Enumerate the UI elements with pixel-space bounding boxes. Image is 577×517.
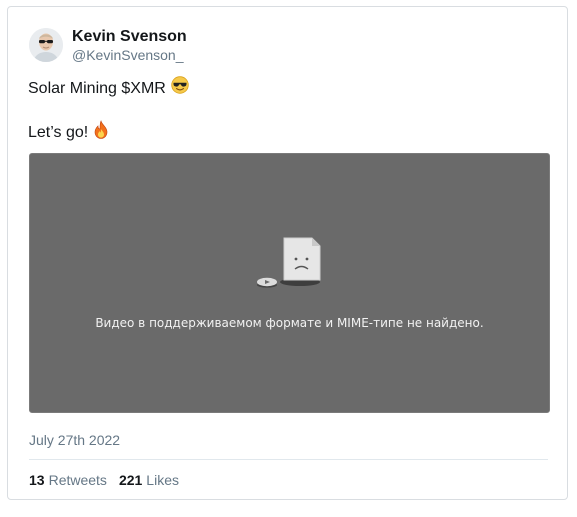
tweet-header: Kevin Svenson @KevinSvenson_ xyxy=(29,25,187,65)
likes-label: Likes xyxy=(146,472,179,488)
tweet-text-line-1: Solar Mining $XMR xyxy=(28,76,189,100)
broken-file-icon xyxy=(257,237,321,288)
tweet-text-line-2-text: Let’s go! xyxy=(28,123,89,141)
tweet-card: Kevin Svenson @KevinSvenson_ Solar Minin… xyxy=(7,6,568,500)
divider xyxy=(29,459,548,460)
likes-stat[interactable]: 221 Likes xyxy=(119,472,179,488)
tweet-stats: 13 Retweets 221 Likes xyxy=(29,472,191,488)
video-player[interactable]: Видео в поддерживаемом формате и MIME-ти… xyxy=(29,153,550,413)
fire-emoji-icon xyxy=(93,119,109,145)
tweet-text-line-1-text: Solar Mining $XMR xyxy=(28,79,166,97)
likes-count: 221 xyxy=(118,472,143,488)
video-error-message: Видео в поддерживаемом формате и MIME-ти… xyxy=(95,316,484,330)
retweets-stat[interactable]: 13 Retweets xyxy=(29,472,107,488)
author-names: Kevin Svenson @KevinSvenson_ xyxy=(72,27,187,64)
sunglasses-emoji-icon xyxy=(171,76,189,100)
avatar-image xyxy=(29,28,63,62)
retweets-count: 13 xyxy=(29,472,45,488)
retweets-label: Retweets xyxy=(48,472,107,488)
tweet-text: Solar Mining $XMR Let’s go! xyxy=(28,76,189,145)
tweet-text-line-2: Let’s go! xyxy=(28,119,189,145)
author-display-name[interactable]: Kevin Svenson xyxy=(72,27,187,46)
avatar[interactable] xyxy=(29,28,63,62)
author-handle[interactable]: @KevinSvenson_ xyxy=(72,46,187,64)
tweet-date[interactable]: July 27th 2022 xyxy=(29,432,120,448)
